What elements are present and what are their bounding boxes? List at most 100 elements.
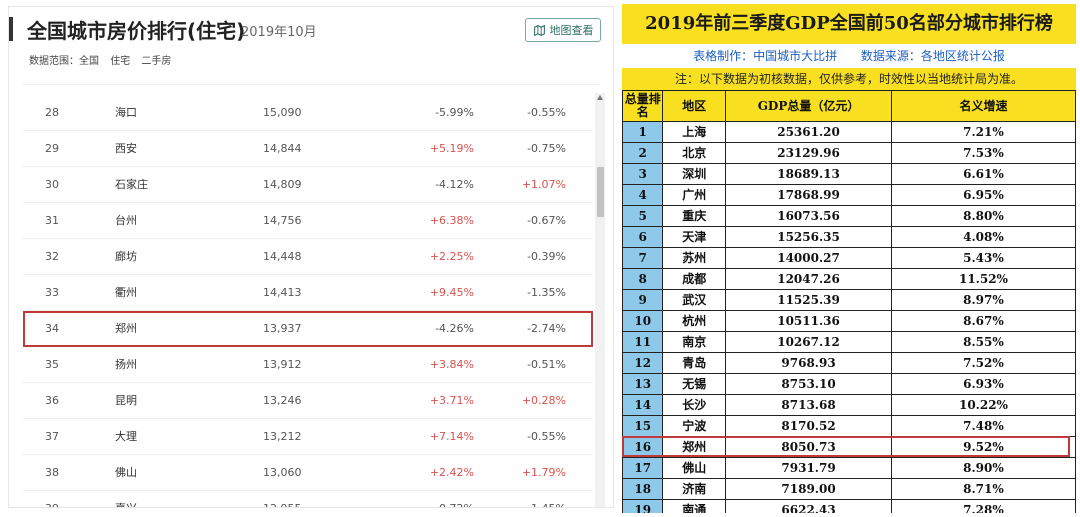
yoy-change-cell: -0.55%	[527, 430, 566, 443]
region-cell: 广州	[662, 184, 727, 206]
table-row[interactable]: 36 昆明 13,246 +3.71% +0.28%	[23, 383, 593, 419]
rank-cell: 8	[622, 268, 664, 290]
table-row[interactable]: 39 嘉兴 12,955 -0.72% -1.45%	[23, 491, 593, 507]
mom-change-cell: +2.25%	[429, 250, 474, 263]
yoy-change-cell: -0.75%	[527, 142, 566, 155]
region-cell: 佛山	[662, 457, 727, 479]
price-cell: 13,212	[263, 430, 302, 443]
mom-change-cell: +5.19%	[429, 142, 474, 155]
table-row[interactable]: 31 台州 14,756 +6.38% -0.67%	[23, 203, 593, 239]
table-row[interactable]: 33 衢州 14,413 +9.45% -1.35%	[23, 275, 593, 311]
scope-region: 数据范围：全国	[29, 56, 99, 67]
price-cell: 12,955	[263, 491, 302, 507]
gdp-cell: 8170.52	[725, 415, 892, 437]
gdp-cell: 17868.99	[725, 184, 892, 206]
mom-change-cell: +6.38%	[429, 214, 474, 227]
map-view-label: 地图查看	[549, 24, 594, 37]
price-cell: 13,912	[263, 358, 302, 371]
gdp-row: 17 佛山 7931.79 8.90%	[622, 457, 1076, 479]
yoy-change-cell: +1.79%	[521, 466, 566, 479]
mom-change-cell: -5.99%	[435, 106, 474, 119]
region-cell: 青岛	[662, 352, 727, 374]
gdp-row: 7 苏州 14000.27 5.43%	[622, 247, 1076, 269]
table-row[interactable]: 29 西安 14,844 +5.19% -0.75%	[23, 131, 593, 167]
gdp-cell: 18689.13	[725, 163, 892, 185]
gdp-row: 3 深圳 18689.13 6.61%	[622, 163, 1076, 185]
gdp-row: 9 武汉 11525.39 8.97%	[622, 289, 1076, 311]
table-row[interactable]: 30 石家庄 14,809 -4.12% +1.07%	[23, 167, 593, 203]
table-row[interactable]: 34 郑州 13,937 -4.26% -2.74%	[23, 311, 593, 347]
rank-cell: 38	[45, 466, 59, 479]
price-cell: 14,844	[263, 142, 302, 155]
region-cell: 宁波	[662, 415, 727, 437]
rank-cell: 3	[622, 163, 664, 185]
rank-cell: 12	[622, 352, 664, 374]
scroll-up-arrow-icon[interactable]	[597, 95, 603, 100]
price-cell: 13,060	[263, 466, 302, 479]
growth-cell: 7.52%	[890, 352, 1076, 374]
rank-cell: 16	[622, 436, 664, 458]
yoy-change-cell: -1.45%	[511, 491, 566, 507]
region-cell: 武汉	[662, 289, 727, 311]
table-row[interactable]: 32 廊坊 14,448 +2.25% -0.39%	[23, 239, 593, 275]
rank-cell: 9	[622, 289, 664, 311]
rank-cell: 29	[45, 142, 59, 155]
rank-cell: 18	[622, 478, 664, 500]
mom-change-cell: +9.45%	[429, 286, 474, 299]
mom-change-cell: -0.72%	[419, 491, 474, 507]
growth-cell: 5.43%	[890, 247, 1076, 269]
growth-cell: 8.55%	[890, 331, 1076, 353]
gdp-row: 5 重庆 16073.56 8.80%	[622, 205, 1076, 227]
rank-cell: 4	[622, 184, 664, 206]
rank-cell: 5	[622, 205, 664, 227]
scrollbar-thumb[interactable]	[597, 167, 604, 217]
rank-cell: 2	[622, 142, 664, 164]
price-cell: 14,809	[263, 178, 302, 191]
rank-cell: 37	[45, 430, 59, 443]
housing-price-panel: 全国城市房价排行(住宅) 2019年10月 地图查看 数据范围：全国 住宅 二手…	[8, 6, 614, 508]
gdp-row: 4 广州 17868.99 6.95%	[622, 184, 1076, 206]
rank-cell: 11	[622, 331, 664, 353]
report-date: 2019年10月	[241, 25, 317, 40]
price-cell: 14,448	[263, 250, 302, 263]
gdp-row: 10 杭州 10511.36 8.67%	[622, 310, 1076, 332]
scrollbar-track[interactable]	[595, 93, 605, 507]
growth-cell: 8.71%	[890, 478, 1076, 500]
table-row[interactable]: 28 海口 15,090 -5.99% -0.55%	[23, 95, 593, 131]
rank-cell: 13	[622, 373, 664, 395]
growth-cell: 6.95%	[890, 184, 1076, 206]
rank-cell: 34	[45, 322, 59, 335]
region-cell: 长沙	[662, 394, 727, 416]
gdp-table-title: 2019年前三季度GDP全国前50名部分城市排行榜	[622, 4, 1076, 44]
region-cell: 杭州	[662, 310, 727, 332]
price-cell: 14,413	[263, 286, 302, 299]
gdp-cell: 7931.79	[725, 457, 892, 479]
header-gdp: GDP总量（亿元）	[725, 90, 892, 122]
gdp-cell: 25361.20	[725, 121, 892, 143]
yoy-change-cell: -0.67%	[527, 214, 566, 227]
yoy-change-cell: +1.07%	[521, 178, 566, 191]
gdp-cell: 7189.00	[725, 478, 892, 500]
city-cell: 佛山	[115, 466, 137, 479]
region-cell: 天津	[662, 226, 727, 248]
region-cell: 无锡	[662, 373, 727, 395]
gdp-cell: 10267.12	[725, 331, 892, 353]
mom-change-cell: +7.14%	[429, 430, 474, 443]
map-view-button[interactable]: 地图查看	[525, 18, 601, 42]
gdp-row: 15 宁波 8170.52 7.48%	[622, 415, 1076, 437]
yoy-change-cell: +0.28%	[521, 394, 566, 407]
header-rank: 总量排名	[622, 90, 664, 122]
rank-cell: 7	[622, 247, 664, 269]
rank-cell: 19	[622, 499, 664, 513]
table-row[interactable]: 37 大理 13,212 +7.14% -0.55%	[23, 419, 593, 455]
mom-change-cell: -4.12%	[435, 178, 474, 191]
scope-market: 二手房	[141, 56, 172, 67]
growth-cell: 6.93%	[890, 373, 1076, 395]
city-cell: 海口	[115, 106, 137, 119]
growth-cell: 11.52%	[890, 268, 1076, 290]
gdp-cell: 8050.73	[725, 436, 892, 458]
table-row[interactable]: 38 佛山 13,060 +2.42% +1.79%	[23, 455, 593, 491]
rank-cell: 35	[45, 358, 59, 371]
region-cell: 重庆	[662, 205, 727, 227]
table-row[interactable]: 35 扬州 13,912 +3.84% -0.51%	[23, 347, 593, 383]
